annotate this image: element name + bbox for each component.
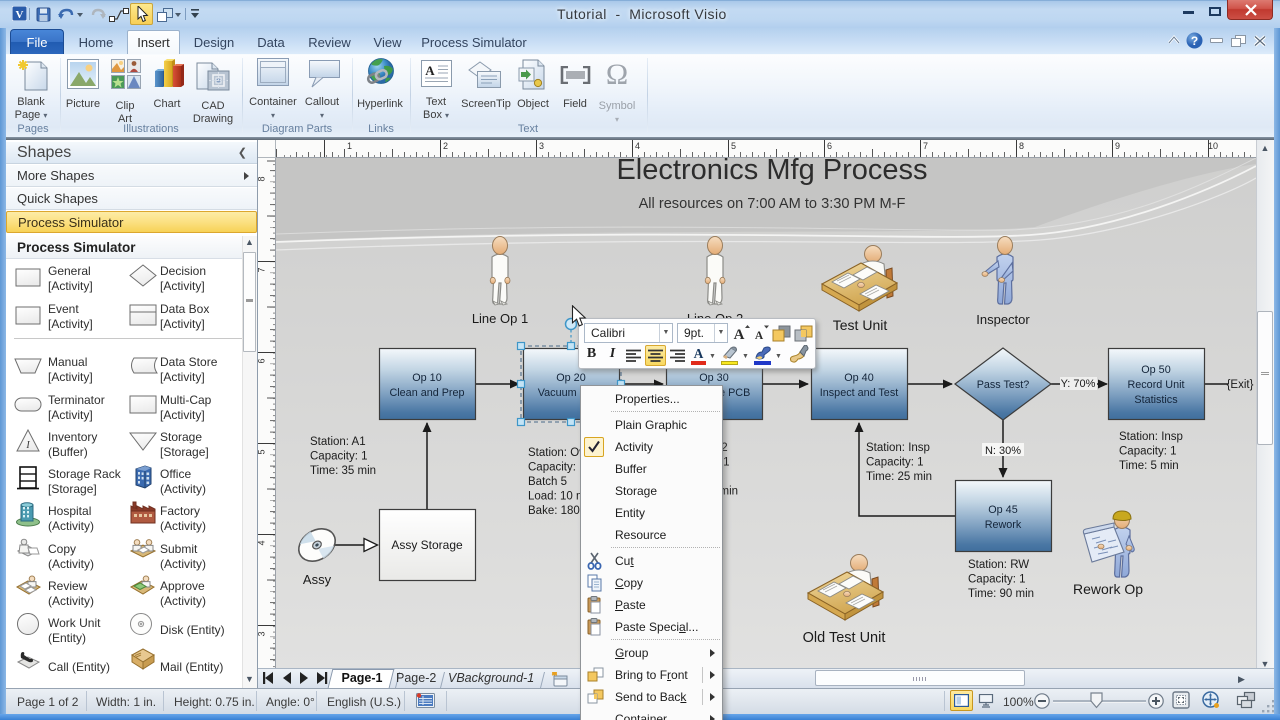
svg-text:Capacity: 1: Capacity: 1 <box>866 457 924 469</box>
svg-text:Batch 5: Batch 5 <box>528 476 567 488</box>
svg-text:Line Op 1: Line Op 1 <box>472 311 528 326</box>
svg-text:Capacity: 1: Capacity: 1 <box>528 462 586 474</box>
svg-text:Capacity: 1: Capacity: 1 <box>310 451 368 463</box>
svg-text:Time: 25 min: Time: 25 min <box>866 471 932 483</box>
svg-text:Op 50: Op 50 <box>1141 364 1170 376</box>
svg-text:Pass Test?: Pass Test? <box>977 379 1030 391</box>
svg-text:Record Unit: Record Unit <box>1127 379 1184 391</box>
svg-text:Op 45: Op 45 <box>988 504 1017 516</box>
svg-text:Inspector: Inspector <box>976 312 1030 327</box>
svg-text:Op 20: Op 20 <box>556 372 585 384</box>
svg-text:Test Unit: Test Unit <box>833 317 888 333</box>
svg-text:Station: Insp: Station: Insp <box>866 442 930 454</box>
svg-text:Rework: Rework <box>985 519 1022 531</box>
svg-text:N: 30%: N: 30% <box>985 445 1021 457</box>
svg-text:A: A <box>734 327 745 342</box>
svg-text:Y: 70%: Y: 70% <box>1061 378 1096 390</box>
svg-text:A: A <box>755 330 764 342</box>
svg-text:Time: 35 min: Time: 35 min <box>310 465 376 477</box>
svg-text:Time: 5 min: Time: 5 min <box>1119 460 1179 472</box>
svg-text:Electronics Mfg Process: Electronics Mfg Process <box>616 158 927 186</box>
svg-text:Op 30: Op 30 <box>699 372 728 384</box>
svg-text:Ω: Ω <box>606 61 628 86</box>
svg-text:V: V <box>16 9 24 21</box>
svg-text:Capacity: 1: Capacity: 1 <box>1119 446 1177 458</box>
svg-text:All resources on 7:00 AM to 3:: All resources on 7:00 AM to 3:30 PM M-F <box>639 196 906 212</box>
svg-text:Station: Insp: Station: Insp <box>1119 431 1183 443</box>
svg-text:Statistics: Statistics <box>1134 394 1178 406</box>
svg-text:Assy Storage: Assy Storage <box>391 538 463 552</box>
svg-text:Rework Op: Rework Op <box>1073 581 1143 597</box>
svg-text:{Exit}: {Exit} <box>1227 379 1254 391</box>
svg-text:?: ? <box>1191 34 1198 48</box>
svg-text:Op 40: Op 40 <box>844 372 873 384</box>
svg-text:A: A <box>425 63 435 78</box>
svg-text:Clean and Prep: Clean and Prep <box>389 387 464 399</box>
svg-text:Op 10: Op 10 <box>412 372 441 384</box>
svg-text:Station: A1: Station: A1 <box>310 436 366 448</box>
svg-text:Capacity: 1: Capacity: 1 <box>968 574 1026 586</box>
svg-text:Station: RW: Station: RW <box>968 559 1029 571</box>
svg-text:Time: 90 min: Time: 90 min <box>968 588 1034 600</box>
svg-text:Inspect and Test: Inspect and Test <box>820 387 898 399</box>
svg-text:Old Test Unit: Old Test Unit <box>803 630 886 646</box>
svg-text:Assy: Assy <box>303 572 332 587</box>
svg-text:I: I <box>25 440 30 451</box>
